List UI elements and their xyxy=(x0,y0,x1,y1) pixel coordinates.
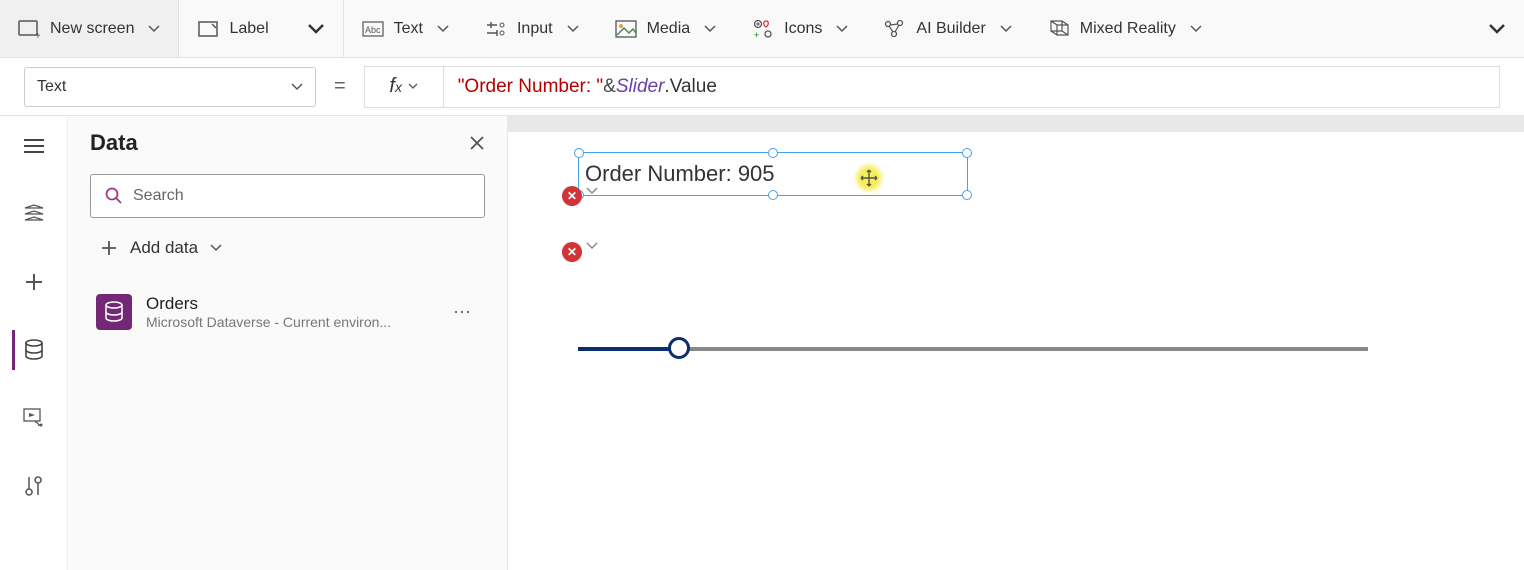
ai-builder-button[interactable]: AI Builder xyxy=(866,0,1029,57)
chevron-down-icon xyxy=(1488,23,1506,35)
ai-builder-label: AI Builder xyxy=(916,20,985,38)
media-panel-button[interactable] xyxy=(14,398,54,438)
label-icon xyxy=(197,19,219,39)
chevron-down-icon xyxy=(408,83,418,90)
data-panel: Data Search Add data Orders xyxy=(68,116,508,570)
chevron-down-icon xyxy=(210,244,222,252)
text-tool-button[interactable]: Abc Text xyxy=(344,0,467,57)
mixed-reality-label: Mixed Reality xyxy=(1080,20,1176,38)
icons-icon: + xyxy=(752,19,774,39)
data-source-item[interactable]: Orders Microsoft Dataverse - Current env… xyxy=(90,284,485,340)
property-value: Text xyxy=(37,78,66,96)
chevron-down-icon xyxy=(437,25,449,33)
input-tool-button[interactable]: Input xyxy=(467,0,597,57)
slider-thumb[interactable] xyxy=(668,337,690,359)
slider-fill xyxy=(578,347,678,351)
dataverse-icon xyxy=(96,294,132,330)
svg-text:+: + xyxy=(754,30,759,39)
left-icon-rail xyxy=(0,116,68,570)
label-control-selected[interactable]: Order Number: 905 xyxy=(578,152,968,196)
canvas-wrapper: Order Number: 905 ✕ ✕ xyxy=(508,116,1524,570)
label-text: Order Number: 905 xyxy=(585,161,775,187)
formula-string: "Order Number: " xyxy=(458,76,603,98)
error-badge[interactable]: ✕ xyxy=(562,186,582,206)
chevron-down-icon xyxy=(567,25,579,33)
fx-button[interactable]: fx xyxy=(364,66,444,108)
resize-handle[interactable] xyxy=(962,148,972,158)
data-item-name: Orders xyxy=(146,294,433,314)
input-icon xyxy=(485,19,507,39)
formula-variable: Slider xyxy=(616,76,665,98)
text-icon: Abc xyxy=(362,19,384,39)
input-tool-label: Input xyxy=(517,20,553,38)
mixed-reality-icon xyxy=(1048,19,1070,39)
insert-button[interactable] xyxy=(14,262,54,302)
chevron-down-icon[interactable] xyxy=(586,242,598,250)
formula-property: .Value xyxy=(664,76,716,98)
add-data-button[interactable]: Add data xyxy=(90,232,485,264)
data-panel-title: Data xyxy=(90,130,138,156)
chevron-down-icon[interactable] xyxy=(586,187,598,195)
data-item-subtitle: Microsoft Dataverse - Current environ... xyxy=(146,314,433,330)
ribbon-toolbar: + New screen Label Abc Text Input Media xyxy=(0,0,1524,58)
search-input[interactable]: Search xyxy=(90,174,485,218)
chevron-down-icon xyxy=(307,23,325,35)
text-tool-label: Text xyxy=(394,20,423,38)
screen-icon: + xyxy=(18,19,40,39)
icons-tool-button[interactable]: + Icons xyxy=(734,0,866,57)
new-screen-button[interactable]: + New screen xyxy=(0,0,178,57)
tools-button[interactable] xyxy=(14,466,54,506)
resize-handle[interactable] xyxy=(768,148,778,158)
formula-input[interactable]: "Order Number: " & Slider .Value xyxy=(444,66,1500,108)
move-cursor-icon xyxy=(853,162,885,194)
slider-track xyxy=(578,347,1368,351)
hamburger-button[interactable] xyxy=(14,126,54,166)
canvas[interactable]: Order Number: 905 ✕ ✕ xyxy=(508,132,1524,570)
plus-icon xyxy=(100,239,118,257)
formula-bar: Text = fx "Order Number: " & Slider .Val… xyxy=(0,58,1524,116)
resize-handle[interactable] xyxy=(962,190,972,200)
ribbon-expand-button[interactable] xyxy=(1470,0,1524,57)
chevron-down-icon xyxy=(1190,25,1202,33)
property-selector[interactable]: Text xyxy=(24,67,316,107)
search-placeholder: Search xyxy=(133,187,184,205)
svg-text:+: + xyxy=(35,31,40,38)
ai-builder-icon xyxy=(884,19,906,39)
data-source-list: Orders Microsoft Dataverse - Current env… xyxy=(90,284,485,340)
chevron-down-icon xyxy=(836,25,848,33)
equals-sign: = xyxy=(330,75,350,98)
media-icon xyxy=(615,19,637,39)
error-badge[interactable]: ✕ xyxy=(562,242,582,262)
resize-handle[interactable] xyxy=(574,148,584,158)
chevron-down-icon xyxy=(1000,25,1012,33)
more-icon[interactable]: ⋯ xyxy=(447,302,479,323)
data-button[interactable] xyxy=(12,330,52,370)
main-area: Data Search Add data Orders xyxy=(0,116,1524,570)
close-icon[interactable] xyxy=(469,135,485,151)
slider-control[interactable] xyxy=(578,337,1368,361)
label-tool-button[interactable]: Label xyxy=(179,0,342,57)
search-icon xyxy=(105,187,123,205)
formula-operator: & xyxy=(603,76,616,98)
media-tool-button[interactable]: Media xyxy=(597,0,735,57)
new-screen-label: New screen xyxy=(50,20,134,38)
chevron-down-icon xyxy=(291,83,303,91)
mixed-reality-button[interactable]: Mixed Reality xyxy=(1030,0,1220,57)
media-tool-label: Media xyxy=(647,20,691,38)
chevron-down-icon xyxy=(148,25,160,33)
label-tool-label: Label xyxy=(229,20,268,38)
chevron-down-icon xyxy=(704,25,716,33)
add-data-label: Add data xyxy=(130,238,198,258)
icons-tool-label: Icons xyxy=(784,20,822,38)
tree-view-button[interactable] xyxy=(14,194,54,234)
fx-icon: fx xyxy=(389,75,402,98)
resize-handle[interactable] xyxy=(768,190,778,200)
svg-text:Abc: Abc xyxy=(365,25,381,35)
